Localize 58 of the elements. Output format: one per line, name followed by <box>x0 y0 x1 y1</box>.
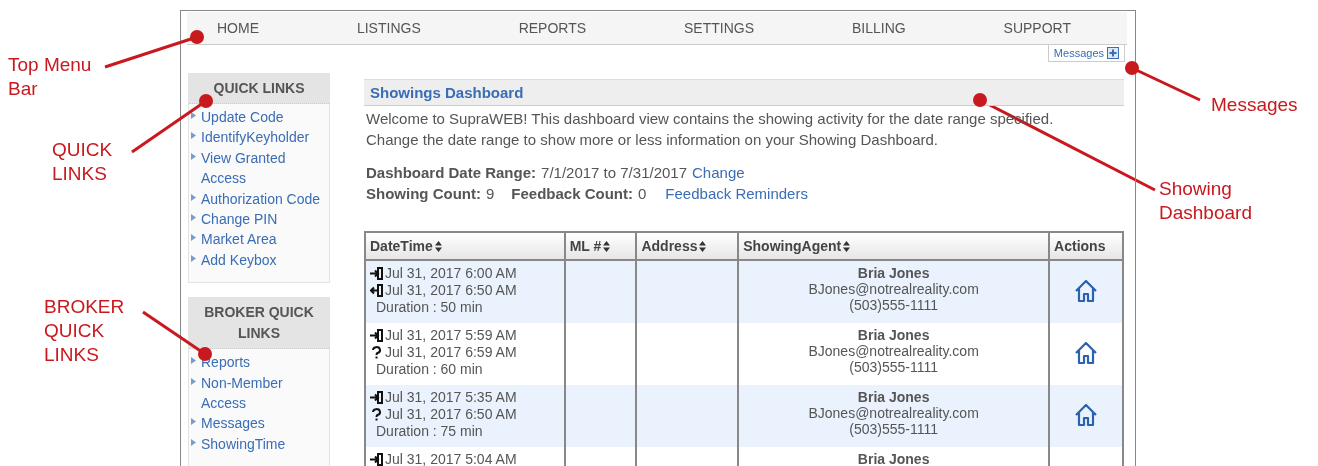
sidebar-link[interactable]: Change PIN <box>201 209 278 230</box>
column-header[interactable]: ML # <box>564 232 637 260</box>
nav-item[interactable]: HOME <box>217 20 259 36</box>
callout-label: Top Menu Bar <box>8 53 93 101</box>
agent-email: BJones@notrealreality.com <box>807 343 980 359</box>
sidebar-link[interactable]: Update Code <box>201 107 284 128</box>
nav-item[interactable]: REPORTS <box>518 20 587 36</box>
dashboard-title: Showings Dashboard <box>364 79 1124 106</box>
callout-label: Messages <box>1211 93 1299 117</box>
showing-time: Jul 31, 2017 6:00 AM <box>385 265 517 282</box>
showing-time: Jul 31, 2017 5:59 AM <box>385 327 517 344</box>
change-link[interactable]: Change <box>692 162 745 183</box>
showing-time: Jul 31, 2017 6:50 AM <box>385 282 517 299</box>
feedback-count-value: 0 <box>638 184 647 204</box>
feedback-reminders-link[interactable]: Feedback Reminders <box>665 183 808 204</box>
duration-text: Duration : 75 min <box>375 423 484 440</box>
section-title: BROKER QUICK LINKS <box>189 298 329 350</box>
showing-count-value: 9 <box>485 184 495 204</box>
sidebar-link[interactable]: IdentifyKeyholder <box>201 127 310 148</box>
agent-name: Bria Jones <box>856 451 931 466</box>
sidebar-link[interactable]: Add Keybox <box>201 249 277 271</box>
sidebar-link[interactable]: Authorization Code <box>201 188 321 210</box>
column-header[interactable]: ShowingAgent <box>738 232 1050 260</box>
agent-email: BJones@notrealreality.com <box>807 281 980 297</box>
messages-button[interactable]: Messages <box>1047 45 1125 62</box>
callout-label: QUICK LINKS <box>52 138 114 186</box>
showing-time: Jul 31, 2017 5:04 AM <box>385 451 517 466</box>
date-range-label: Dashboard Date Range: <box>366 163 537 183</box>
section-title: QUICK LINKS <box>189 74 329 104</box>
agent-phone: (503)555-1111 <box>848 297 939 313</box>
nav-item[interactable]: SETTINGS <box>684 20 754 36</box>
sidebar-link[interactable]: Non-Member Access <box>201 372 329 414</box>
showing-time: Jul 31, 2017 5:35 AM <box>385 389 517 406</box>
column-header[interactable]: Actions <box>1049 232 1123 260</box>
callout-label: BROKER QUICK LINKS <box>44 295 126 367</box>
agent-phone: (503)555-1111 <box>848 421 939 437</box>
nav-item[interactable]: BILLING <box>851 20 906 36</box>
agent-phone: (503)555-1111 <box>848 359 939 375</box>
sidebar-link[interactable]: Messages <box>201 413 265 434</box>
agent-name: Bria Jones <box>856 389 931 405</box>
duration-text: Duration : 60 min <box>375 361 484 378</box>
showing-count-label: Showing Count: <box>366 184 481 204</box>
column-header[interactable]: DateTime <box>365 232 565 260</box>
date-range-value: 7/1/2017 to 7/31/2017 <box>541 163 687 183</box>
agent-name: Bria Jones <box>856 265 931 281</box>
sidebar-link[interactable]: Market Area <box>201 229 277 250</box>
sidebar-link[interactable]: ShowingTime <box>201 433 286 455</box>
duration-text: Duration : 50 min <box>375 299 484 316</box>
showing-time: Jul 31, 2017 6:50 AM <box>385 406 517 423</box>
column-header[interactable]: Address <box>636 232 739 260</box>
nav-item[interactable]: SUPPORT <box>1003 20 1071 36</box>
callout-label: Showing Dashboard <box>1159 177 1253 225</box>
nav-item[interactable]: LISTINGS <box>356 20 421 36</box>
sidebar-link[interactable]: View Granted Access <box>201 147 329 189</box>
feedback-count-label: Feedback Count: <box>511 184 633 204</box>
agent-name: Bria Jones <box>856 327 931 343</box>
agent-email: BJones@notrealreality.com <box>807 405 980 421</box>
showing-time: Jul 31, 2017 6:59 AM <box>385 344 517 361</box>
